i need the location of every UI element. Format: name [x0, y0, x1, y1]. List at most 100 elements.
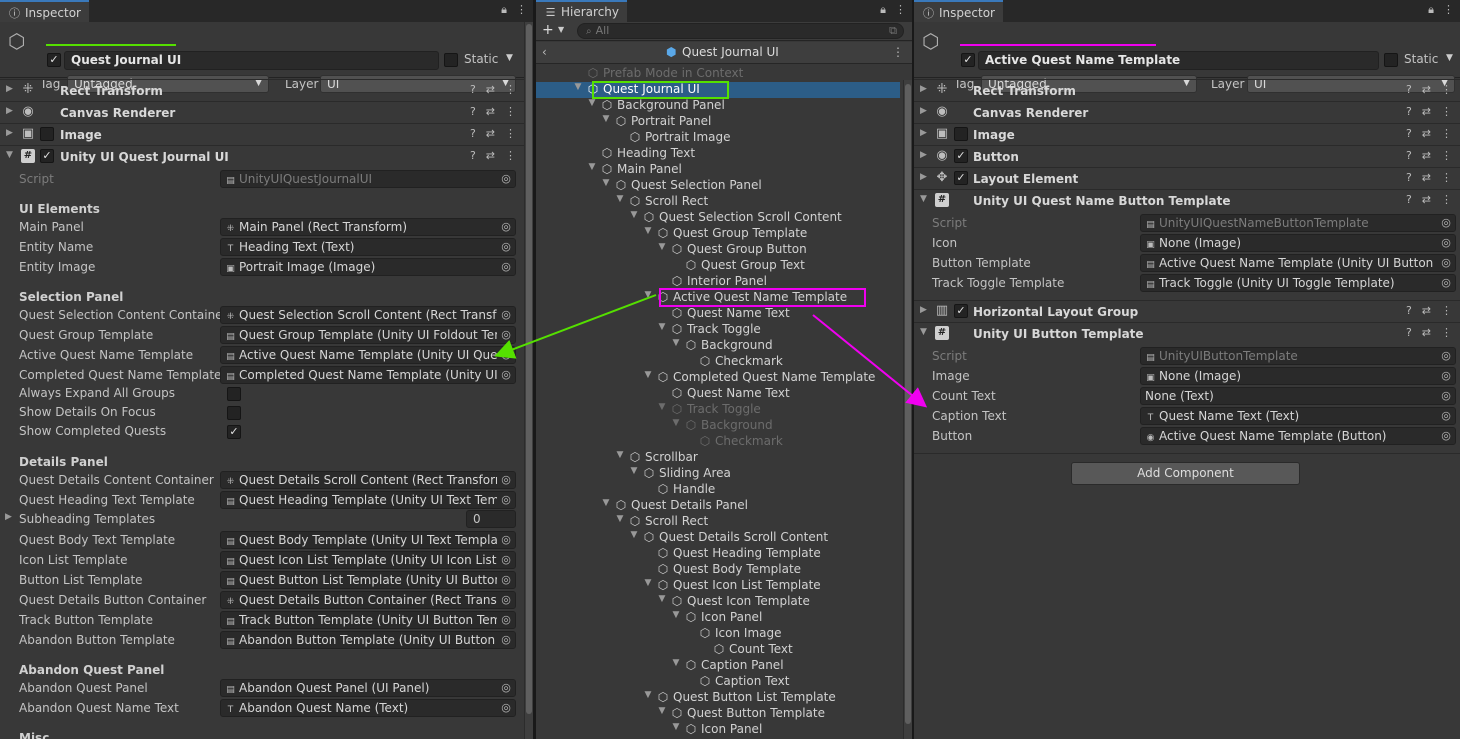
expand-arrow-icon[interactable]: ▼ — [572, 82, 584, 92]
object-reference-field[interactable]: ▤ Quest Button List Template (Unity UI Bu… — [220, 571, 516, 589]
scrollbar-thumb[interactable] — [526, 24, 532, 714]
object-picker-icon[interactable]: ◎ — [497, 680, 515, 696]
kebab-menu-icon[interactable]: ⋮ — [1441, 149, 1452, 162]
hierarchy-item[interactable]: ▼ ⬡ Quest Details Panel — [536, 498, 900, 514]
lock-icon[interactable]: 🔒︎ — [501, 3, 507, 16]
preset-icon[interactable]: ⇄ — [486, 149, 495, 162]
back-arrow-icon[interactable]: ‹ — [542, 45, 547, 59]
hierarchy-item[interactable]: ⬡ Handle — [536, 482, 900, 498]
object-picker-icon[interactable]: ◎ — [497, 347, 515, 363]
object-reference-field[interactable]: ▤ Completed Quest Name Template (Unity UI… — [220, 366, 516, 384]
component-canvas-renderer[interactable]: ▶ ◉ Canvas Renderer ? ⇄ ⋮ — [0, 101, 524, 123]
help-icon[interactable]: ? — [1406, 193, 1412, 206]
property-checkbox[interactable]: ✓ — [227, 425, 241, 439]
chevron-down-icon[interactable]: ▼ — [558, 25, 564, 34]
hierarchy-item[interactable]: ⬡ Portrait Image — [536, 130, 900, 146]
object-picker-icon[interactable]: ◎ — [497, 700, 515, 716]
object-picker-icon[interactable]: ◎ — [497, 612, 515, 628]
hierarchy-item[interactable]: ▼ ⬡ Scroll Rect — [536, 514, 900, 530]
property-checkbox[interactable] — [227, 406, 241, 420]
object-picker-icon[interactable]: ◎ — [1437, 368, 1455, 384]
expand-arrow-icon[interactable]: ▼ — [670, 658, 682, 668]
help-icon[interactable]: ? — [1406, 149, 1412, 162]
object-reference-field[interactable]: ◉ Active Quest Name Template (Button) ◎ — [1140, 427, 1456, 445]
object-picker-icon[interactable]: ◎ — [497, 239, 515, 255]
component-rect-transform[interactable]: ▶ ⁜ Rect Transform ? ⇄ ⋮ — [0, 79, 524, 101]
hierarchy-item[interactable]: ▼ ⬡ Quest Selection Panel — [536, 178, 900, 194]
expand-arrow-icon[interactable]: ▼ — [642, 370, 654, 380]
collapse-arrow-icon[interactable]: ▶ — [920, 150, 927, 160]
hierarchy-item[interactable]: ⬡ Quest Name Text — [536, 386, 900, 402]
hierarchy-item[interactable]: ▼ ⬡ Completed Quest Name Template — [536, 370, 900, 386]
expand-arrow-icon[interactable]: ▼ — [614, 514, 626, 524]
add-component-button[interactable]: Add Component — [1071, 462, 1300, 485]
object-picker-icon[interactable]: ◎ — [497, 552, 515, 568]
object-reference-field[interactable]: T Quest Name Text (Text) ◎ — [1140, 407, 1456, 425]
kebab-menu-icon[interactable]: ⋮ — [1443, 3, 1454, 16]
preset-icon[interactable]: ⇄ — [486, 105, 495, 118]
component-canvas-renderer[interactable]: ▶ ◉ Canvas Renderer ? ⇄ ⋮ — [914, 101, 1460, 123]
object-picker-icon[interactable]: ◎ — [497, 367, 515, 383]
preset-icon[interactable]: ⇄ — [486, 83, 495, 96]
kebab-menu-icon[interactable]: ⋮ — [1441, 326, 1452, 339]
component-button-template[interactable]: ▼ # Unity UI Button Template ? ⇄ ⋮ — [914, 322, 1460, 344]
help-icon[interactable]: ? — [470, 83, 476, 96]
object-reference-field[interactable]: ▣ None (Image) ◎ — [1140, 367, 1456, 385]
help-icon[interactable]: ? — [1406, 105, 1412, 118]
hierarchy-item[interactable]: ▼ ⬡ Portrait Panel — [536, 114, 900, 130]
object-reference-field[interactable]: ▣ Portrait Image (Image) ◎ — [220, 258, 516, 276]
preset-icon[interactable]: ⇄ — [486, 127, 495, 140]
kebab-menu-icon[interactable]: ⋮ — [1441, 105, 1452, 118]
preset-icon[interactable]: ⇄ — [1422, 193, 1431, 206]
hierarchy-item[interactable]: ⬡ Quest Name Text — [536, 306, 900, 322]
object-reference-field[interactable]: ▤ Active Quest Name Template (Unity UI Bu… — [1140, 254, 1456, 272]
object-picker-icon[interactable]: ◎ — [497, 592, 515, 608]
hierarchy-item[interactable]: ⬡ Quest Body Template — [536, 562, 900, 578]
hierarchy-item[interactable]: ▼ ⬡ Background — [536, 338, 900, 354]
hierarchy-item[interactable]: ⬡ Quest Group Text — [536, 258, 900, 274]
kebab-menu-icon[interactable]: ⋮ — [1441, 193, 1452, 206]
kebab-menu-icon[interactable]: ⋮ — [1441, 127, 1452, 140]
kebab-menu-icon[interactable]: ⋮ — [1441, 304, 1452, 317]
scrollbar-thumb[interactable] — [905, 84, 911, 724]
hierarchy-item[interactable]: ▼ ⬡ Main Panel — [536, 162, 900, 178]
hierarchy-search-input[interactable]: ⌕ All ⧉ — [577, 23, 904, 39]
component-quest-name-button-template[interactable]: ▼ # Unity UI Quest Name Button Template ?… — [914, 189, 1460, 211]
static-toggle[interactable]: Static — [444, 52, 498, 67]
expand-arrow-icon[interactable]: ▼ — [656, 242, 668, 252]
help-icon[interactable]: ? — [470, 149, 476, 162]
preset-icon[interactable]: ⇄ — [1422, 105, 1431, 118]
add-object-button[interactable]: + — [542, 22, 554, 38]
hierarchy-item[interactable]: ⬡ Caption Text — [536, 674, 900, 690]
collapse-arrow-icon[interactable]: ▶ — [6, 128, 13, 138]
object-picker-icon[interactable]: ◎ — [497, 492, 515, 508]
kebab-menu-icon[interactable]: ⋮ — [1441, 171, 1452, 184]
object-picker-icon[interactable]: ◎ — [1437, 428, 1455, 444]
expand-arrow-icon[interactable]: ▼ — [670, 418, 682, 428]
kebab-menu-icon[interactable]: ⋮ — [505, 149, 516, 162]
expand-arrow-icon[interactable]: ▼ — [628, 530, 640, 540]
object-picker-icon[interactable]: ◎ — [497, 327, 515, 343]
expand-arrow-icon[interactable]: ▼ — [642, 690, 654, 700]
object-picker-icon[interactable]: ◎ — [497, 219, 515, 235]
kebab-menu-icon[interactable]: ⋮ — [505, 105, 516, 118]
object-reference-field[interactable]: T Abandon Quest Name (Text) ◎ — [220, 699, 516, 717]
property-checkbox[interactable] — [227, 387, 241, 401]
hierarchy-item[interactable]: ▼ ⬡ Quest Group Button — [536, 242, 900, 258]
hierarchy-item[interactable]: ⬡ Checkmark — [536, 354, 900, 370]
component-enable-toggle[interactable]: ✓ — [954, 149, 968, 163]
object-reference-field[interactable]: ▤ Abandon Button Template (Unity UI Butto… — [220, 631, 516, 649]
hierarchy-scrollbar[interactable] — [903, 80, 912, 739]
object-picker-icon[interactable]: ◎ — [497, 307, 515, 323]
expand-arrow-icon[interactable]: ▼ — [656, 706, 668, 716]
expand-arrow-icon[interactable]: ▼ — [614, 450, 626, 460]
static-dropdown-icon[interactable]: ▼ — [1446, 53, 1453, 63]
object-picker-icon[interactable]: ◎ — [497, 259, 515, 275]
component-horizontal-layout-group[interactable]: ▶ ▥ ✓ Horizontal Layout Group ? ⇄ ⋮ — [914, 300, 1460, 322]
hierarchy-item[interactable]: ▼ ⬡ Background Panel — [536, 98, 900, 114]
kebab-menu-icon[interactable]: ⋮ — [505, 83, 516, 96]
hierarchy-item[interactable]: ▼ ⬡ Icon Panel — [536, 610, 900, 626]
expand-arrow-icon[interactable]: ▼ — [920, 194, 927, 204]
expand-arrow-icon[interactable]: ▼ — [628, 210, 640, 220]
object-reference-field[interactable]: ▤ Track Button Template (Unity UI Button … — [220, 611, 516, 629]
